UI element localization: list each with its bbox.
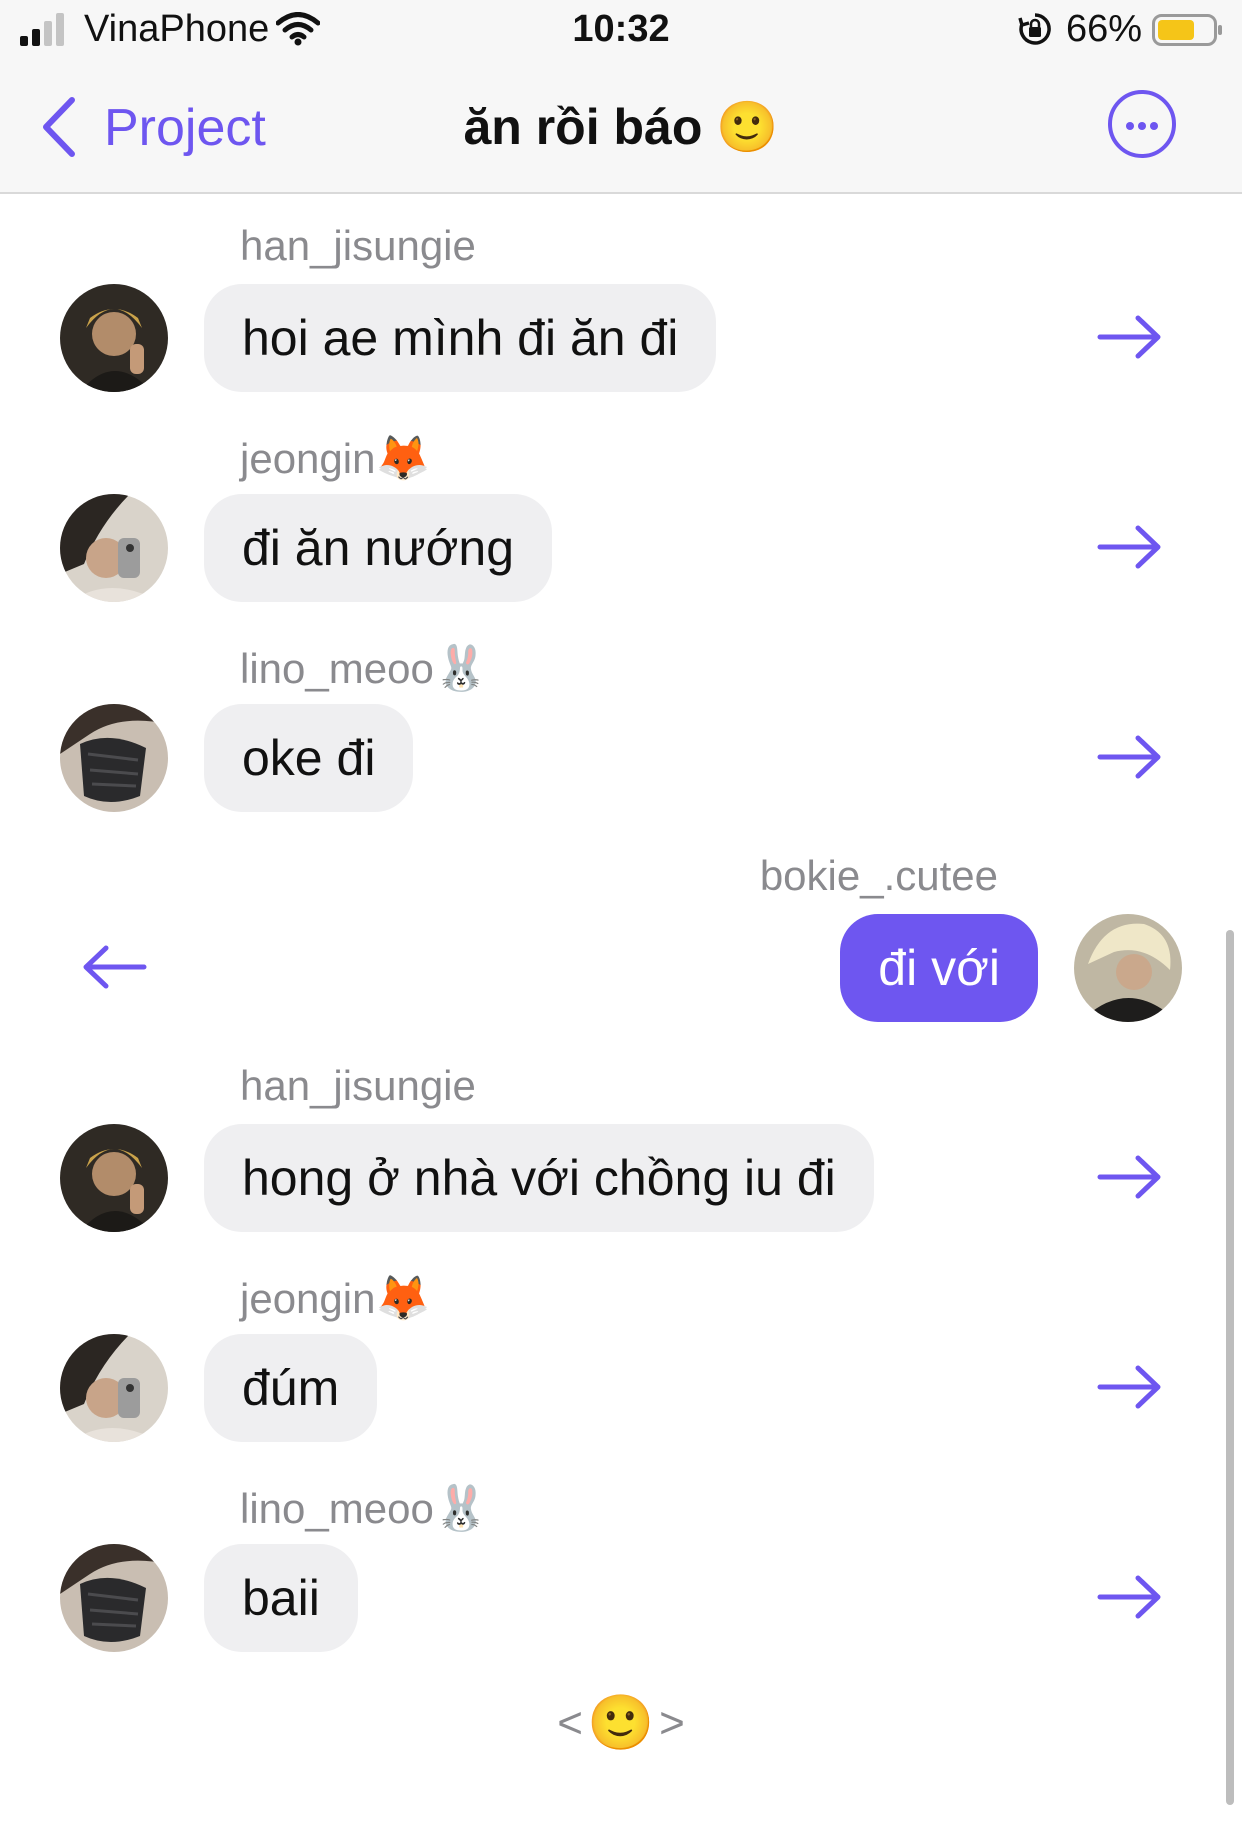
avatar[interactable] (60, 284, 168, 392)
arrow-right-icon[interactable] (1096, 1572, 1164, 1622)
message-bubble-outgoing[interactable]: đi với (840, 914, 1038, 1022)
avatar-photo-han (60, 1124, 168, 1232)
avatar-photo-jeongin (60, 1334, 168, 1442)
avatar-photo-han (60, 284, 168, 392)
more-dot (1126, 122, 1134, 130)
message-row: jeongin🦊 đúm (0, 1242, 1242, 1452)
battery-percent: 66% (1066, 8, 1143, 50)
message-bubble[interactable]: baii (204, 1544, 358, 1652)
avatar[interactable] (60, 1334, 168, 1442)
avatar-photo-bokie (1074, 914, 1182, 1022)
rabbit-emoji: 🐰 (433, 644, 489, 693)
message-row: lino_meoo🐰 baii (0, 1452, 1242, 1662)
avatar[interactable] (1074, 914, 1182, 1022)
battery-icon (1152, 14, 1222, 46)
sender-name: han_jisungie (240, 1062, 476, 1110)
prev-button[interactable]: < (557, 1699, 583, 1748)
message-row: lino_meoo🐰 oke đi (0, 612, 1242, 822)
sender-name: bokie_.cutee (760, 852, 998, 900)
smiley-emoji[interactable]: 🙂 (587, 1693, 654, 1753)
sender-name: lino_meoo🐰 (240, 1482, 489, 1534)
sender-name: jeongin🦊 (240, 432, 430, 484)
emoji-pager: < 🙂 > (0, 1692, 1242, 1762)
chat-messages[interactable]: han_jisungie hoi ae mình đi ăn đi jeongi… (0, 192, 1242, 1848)
message-bubble[interactable]: đúm (204, 1334, 378, 1442)
scrollbar[interactable] (1226, 930, 1234, 1805)
sender-username: lino_meoo (240, 1485, 434, 1532)
message-row: bokie_.cutee đi với (0, 822, 1242, 1032)
fox-emoji: 🦊 (375, 1274, 431, 1323)
message-bubble[interactable]: đi ăn nướng (204, 494, 552, 602)
avatar-photo-jeongin (60, 494, 168, 602)
message-row: han_jisungie hoi ae mình đi ăn đi (0, 192, 1242, 402)
sender-name: lino_meoo🐰 (240, 642, 489, 694)
message-row: han_jisungie hong ở nhà với chồng iu đi (0, 1032, 1242, 1242)
sender-username: lino_meoo (240, 645, 434, 692)
sender-username: han_jisungie (240, 1062, 476, 1109)
arrow-right-icon[interactable] (1096, 312, 1164, 362)
chat-title: ăn rồi báo 🙂 (463, 99, 779, 155)
arrow-right-icon[interactable] (1096, 1362, 1164, 1412)
rabbit-emoji: 🐰 (433, 1484, 489, 1533)
message-bubble[interactable]: hoi ae mình đi ăn đi (204, 284, 717, 392)
clock: 10:32 (572, 8, 670, 50)
sender-username: bokie_.cutee (759, 852, 998, 899)
arrow-right-icon[interactable] (1096, 1152, 1164, 1202)
status-bar: VinaPhone 10:32 66% (0, 0, 1242, 62)
sender-username: han_jisungie (240, 222, 476, 269)
more-dot (1138, 122, 1146, 130)
message-bubble[interactable]: hong ở nhà với chồng iu đi (204, 1124, 874, 1232)
arrow-right-icon[interactable] (1096, 522, 1164, 572)
avatar[interactable] (60, 704, 168, 812)
next-button[interactable]: > (659, 1699, 685, 1748)
sender-username: jeongin (240, 435, 376, 482)
avatar[interactable] (60, 1544, 168, 1652)
message-bubble[interactable]: oke đi (204, 704, 414, 812)
avatar[interactable] (60, 1124, 168, 1232)
avatar[interactable] (60, 494, 168, 602)
more-icon[interactable] (1108, 90, 1176, 158)
more-dot (1150, 122, 1158, 130)
fox-emoji: 🦊 (375, 434, 431, 483)
avatar-photo-lino (60, 704, 168, 812)
arrow-left-icon[interactable] (80, 942, 148, 992)
arrow-right-icon[interactable] (1096, 732, 1164, 782)
sender-name: jeongin🦊 (240, 1272, 430, 1324)
message-row: jeongin🦊 đi ăn nướng (0, 402, 1242, 612)
rotation-lock-icon (1018, 13, 1051, 45)
avatar-photo-lino (60, 1544, 168, 1652)
sender-name: han_jisungie (240, 222, 476, 270)
nav-bar: Project ăn rồi báo 🙂 (0, 62, 1242, 194)
sender-username: jeongin (240, 1275, 376, 1322)
